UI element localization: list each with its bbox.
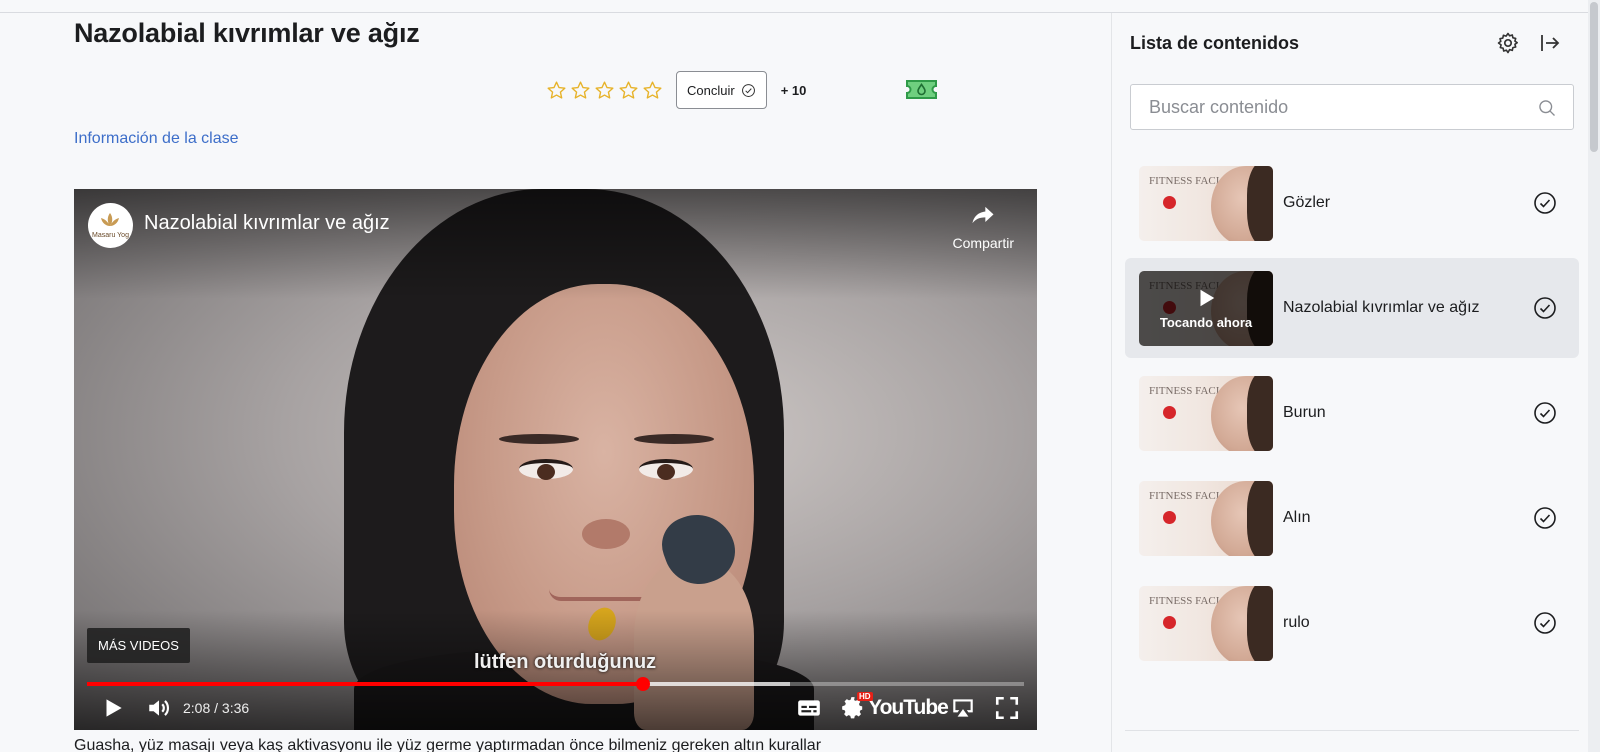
subtitles-button[interactable] [787, 692, 831, 724]
star-icon[interactable] [546, 80, 567, 101]
content-list-item-active[interactable]: FITNESS FACIAL Tocando ahora Nazolabial … [1125, 258, 1579, 358]
progress-scrubber[interactable] [635, 677, 650, 691]
check-circle-icon[interactable] [1533, 506, 1557, 530]
hd-badge: HD [857, 692, 873, 701]
content-list-item[interactable]: FITNESS FACIAL Gözler [1125, 153, 1579, 253]
star-icon[interactable] [570, 80, 591, 101]
video-play-icon [1163, 405, 1176, 419]
search-input[interactable] [1131, 85, 1511, 129]
player-controls: 2:08 / 3:36 HD YouTube [74, 692, 1037, 724]
play-button[interactable] [87, 692, 139, 724]
video-figure-eye [519, 459, 573, 480]
check-circle-icon[interactable] [1533, 401, 1557, 425]
content-item-label: Gözler [1283, 194, 1331, 211]
content-item-label: rulo [1283, 614, 1310, 631]
video-figure-brow [634, 434, 714, 444]
content-item-label: Alın [1283, 509, 1311, 526]
share-icon [972, 206, 994, 224]
star-icon[interactable] [642, 80, 663, 101]
content-item-label: Burun [1283, 404, 1326, 421]
sidebar-title: Lista de contenidos [1130, 33, 1300, 53]
video-play-icon [1163, 510, 1176, 524]
top-divider [0, 0, 1600, 13]
more-videos-button[interactable]: MÁS VIDEOS [87, 628, 190, 663]
complete-button-label: Concluir [687, 82, 735, 98]
video-figure-eye [639, 459, 693, 480]
play-icon [106, 699, 122, 717]
points-badge: + 10 [780, 82, 807, 98]
settings-button[interactable]: HD [831, 692, 875, 724]
lesson-description: Guasha, yüz masajı veya kaş aktivasyonu … [74, 737, 822, 752]
now-playing-overlay: Tocando ahora [1139, 270, 1273, 346]
search-icon[interactable] [1537, 98, 1557, 118]
star-icon[interactable] [594, 80, 615, 101]
collapse-sidebar-icon[interactable] [1538, 31, 1562, 55]
sidebar-divider [1125, 730, 1579, 731]
content-thumbnail: FITNESS FACIAL Tocando ahora [1139, 270, 1273, 346]
channel-logo-text: Masaru Yog [92, 232, 129, 239]
volume-button[interactable] [139, 692, 179, 724]
rating-stars[interactable] [546, 80, 663, 101]
lesson-actions: Concluir + 10 [546, 71, 806, 109]
page-scrollbar[interactable] [1588, 0, 1600, 752]
progress-bar[interactable] [87, 677, 1024, 691]
airplay-icon [953, 699, 973, 717]
video-top-shade [74, 189, 1037, 299]
fullscreen-button[interactable] [985, 692, 1029, 724]
check-circle-icon[interactable] [1533, 296, 1557, 320]
search-box [1130, 84, 1574, 130]
volume-icon [149, 700, 169, 716]
video-play-icon [1163, 195, 1176, 209]
check-circle-icon[interactable] [1533, 191, 1557, 215]
content-sidebar: Lista de contenidos FITNESS FACIAL Gözle… [1111, 13, 1592, 752]
class-info-link[interactable]: Información de la clase [74, 130, 239, 148]
video-figure-nose [582, 519, 630, 549]
content-list-item[interactable]: FITNESS FACIAL Alın [1125, 468, 1579, 568]
airplay-button[interactable] [941, 692, 985, 724]
video-figure-brow [499, 434, 579, 444]
content-list-item[interactable]: FITNESS FACIAL rulo [1125, 573, 1579, 673]
gear-icon[interactable] [1496, 31, 1520, 55]
check-circle-icon [741, 83, 755, 97]
content-list-item[interactable]: FITNESS FACIAL Burun [1125, 363, 1579, 463]
share-button[interactable]: Compartir [953, 201, 1014, 251]
fullscreen-icon [995, 696, 1019, 720]
youtube-logo: YouTube [868, 696, 949, 719]
complete-button[interactable]: Concluir [676, 71, 767, 109]
scrollbar-thumb[interactable] [1590, 2, 1598, 152]
play-icon [1200, 289, 1215, 306]
video-title[interactable]: Nazolabial kıvrımlar ve ağız [144, 212, 390, 235]
star-icon[interactable] [618, 80, 639, 101]
now-playing-label: Tocando ahora [1159, 314, 1253, 330]
video-caption: lütfen oturduğunuz [474, 651, 657, 673]
video-play-icon [1163, 615, 1176, 629]
page-title: Nazolabial kıvrımlar ve ağız [74, 18, 420, 48]
share-label: Compartir [952, 235, 1014, 251]
content-thumbnail: FITNESS FACIAL [1139, 480, 1273, 556]
content-item-label: Nazolabial kıvrımlar ve ağız [1283, 299, 1480, 316]
check-circle-icon[interactable] [1533, 611, 1557, 635]
content-thumbnail: FITNESS FACIAL [1139, 375, 1273, 451]
time-display: 2:08 / 3:36 [183, 700, 250, 716]
lotus-icon [101, 213, 120, 226]
progress-played [87, 682, 643, 686]
youtube-logo-button[interactable]: YouTube [868, 692, 949, 724]
video-player[interactable]: Masaru Yog Nazolabial kıvrımlar ve ağız … [74, 189, 1037, 730]
ticket-icon[interactable] [905, 78, 938, 101]
channel-logo[interactable]: Masaru Yog [88, 203, 133, 248]
content-thumbnail: FITNESS FACIAL [1139, 585, 1273, 661]
subtitles-icon [798, 700, 820, 716]
content-thumbnail: FITNESS FACIAL [1139, 165, 1273, 241]
